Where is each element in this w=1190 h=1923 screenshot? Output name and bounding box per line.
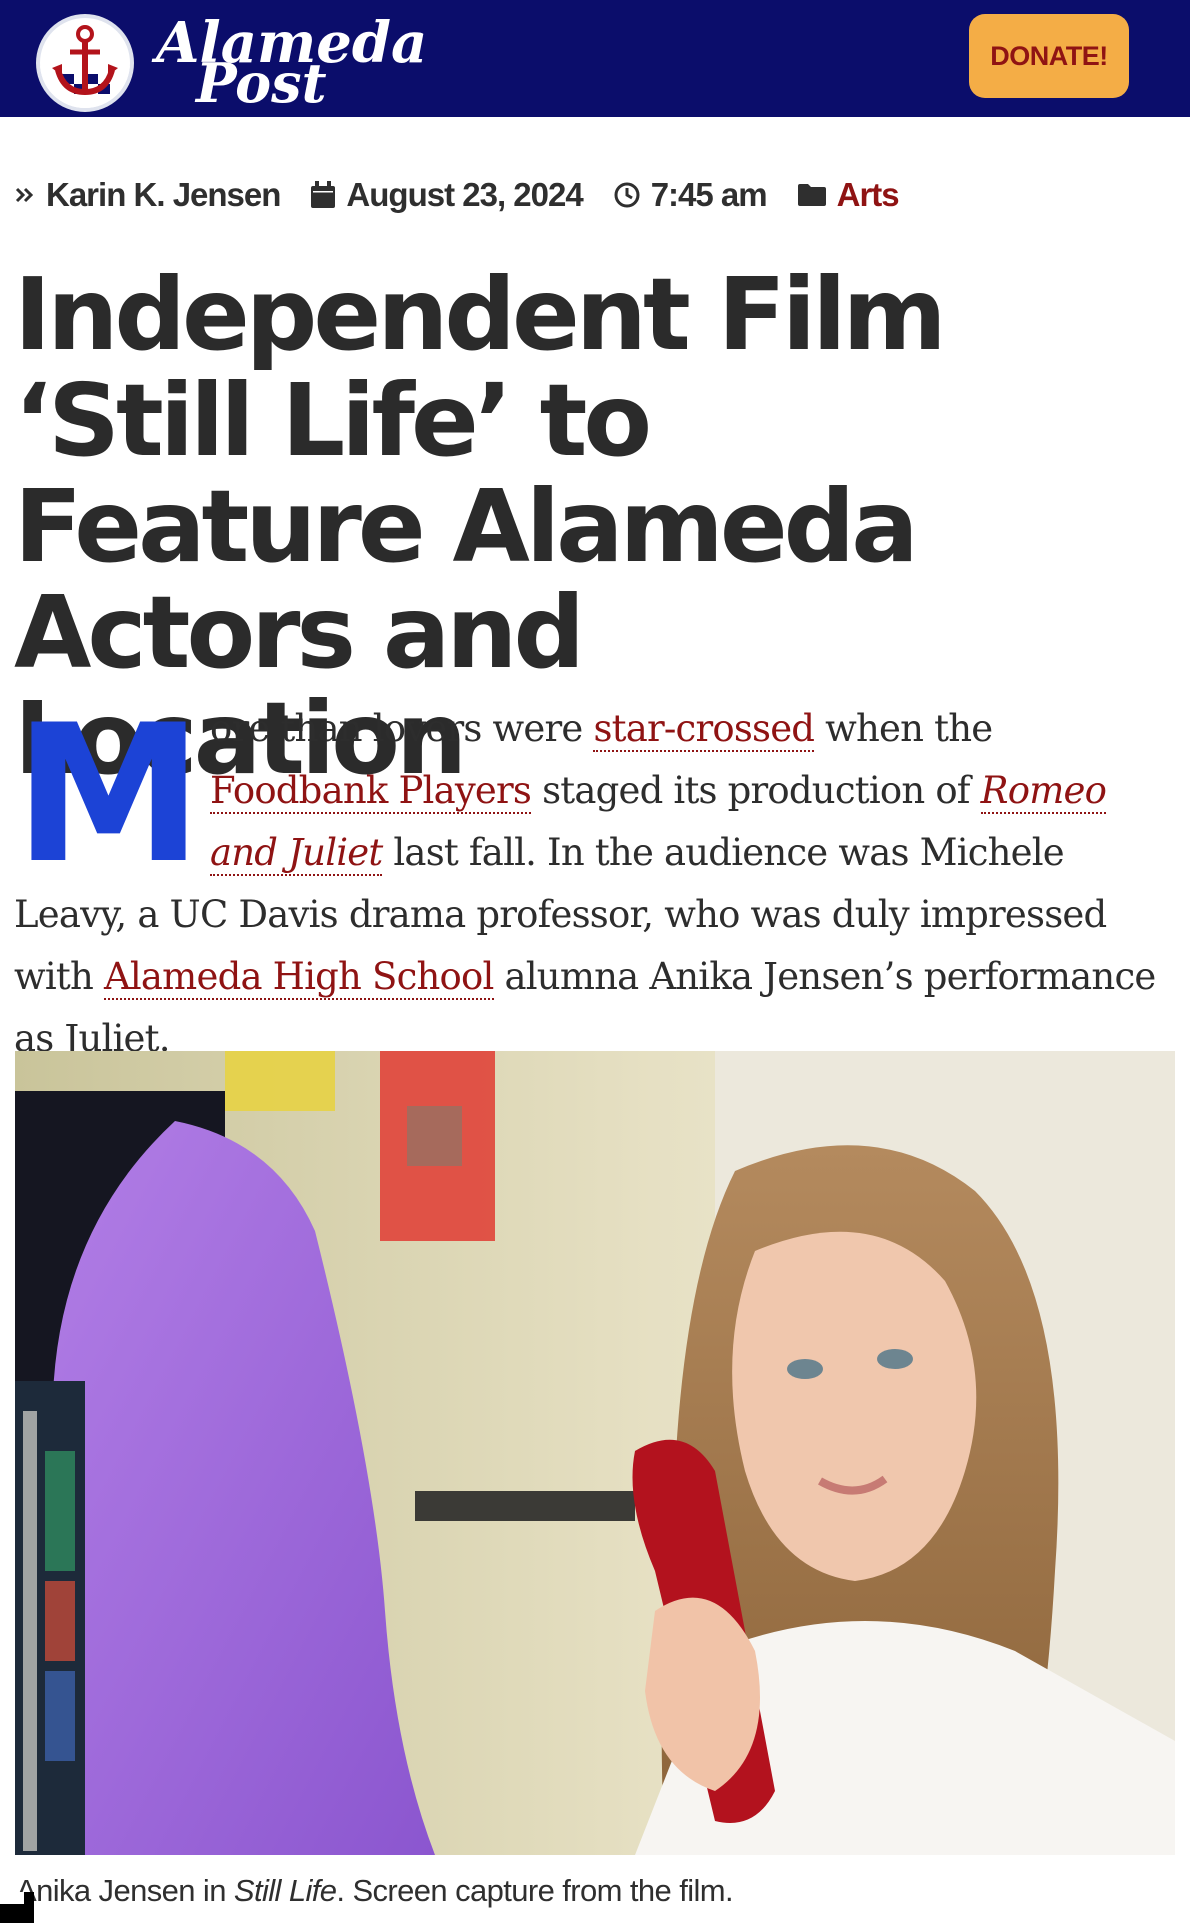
meta-date: August 23, 2024 <box>310 176 584 214</box>
clock-icon <box>613 181 641 209</box>
meta-author: Karin K. Jensen <box>14 176 281 214</box>
meta-category: Arts <box>797 176 900 214</box>
photo-illustration <box>15 1051 1175 1855</box>
lead-text-3: staged its production of <box>531 769 981 812</box>
logo-wordmark: Alameda Post <box>146 15 427 110</box>
star-crossed-link[interactable]: star-crossed <box>593 707 815 752</box>
calendar-icon <box>310 180 336 210</box>
page-corner-mark <box>0 1892 34 1923</box>
site-logo-link[interactable]: Alameda Post <box>36 14 427 112</box>
category-link[interactable]: Arts <box>837 176 900 214</box>
meta-time: 7:45 am <box>613 176 768 214</box>
chevrons-right-icon <box>14 184 36 206</box>
site-header: Alameda Post DONATE! <box>0 0 1190 117</box>
alameda-high-school-link[interactable]: Alameda High School <box>103 955 494 1000</box>
foodbank-players-link[interactable]: Foodbank Players <box>210 769 532 814</box>
photo-caption: Anika Jensen in Still Life. Screen captu… <box>16 1873 1176 1909</box>
article-meta: Karin K. Jensen August 23, 2024 7:45 am … <box>14 170 929 220</box>
article-lead-paragraph: More than lovers were star-crossed when … <box>14 698 1174 1070</box>
caption-text-1: Anika Jensen in <box>16 1873 234 1908</box>
lead-text-1: ore than lovers were <box>210 707 594 750</box>
dropcap-letter: M <box>14 684 203 905</box>
lead-text-2: when the <box>814 707 993 750</box>
anchor-logo-icon <box>36 14 134 112</box>
donate-button[interactable]: DONATE! <box>969 14 1129 98</box>
date-text: August 23, 2024 <box>346 176 583 213</box>
article-photo <box>15 1051 1175 1855</box>
folder-icon <box>797 183 827 207</box>
caption-text-2: . Screen capture from the film. <box>336 1873 734 1908</box>
author-link[interactable]: Karin K. Jensen <box>46 176 281 214</box>
time-text: 7:45 am <box>650 176 768 213</box>
caption-film-title: Still Life <box>233 1873 337 1908</box>
